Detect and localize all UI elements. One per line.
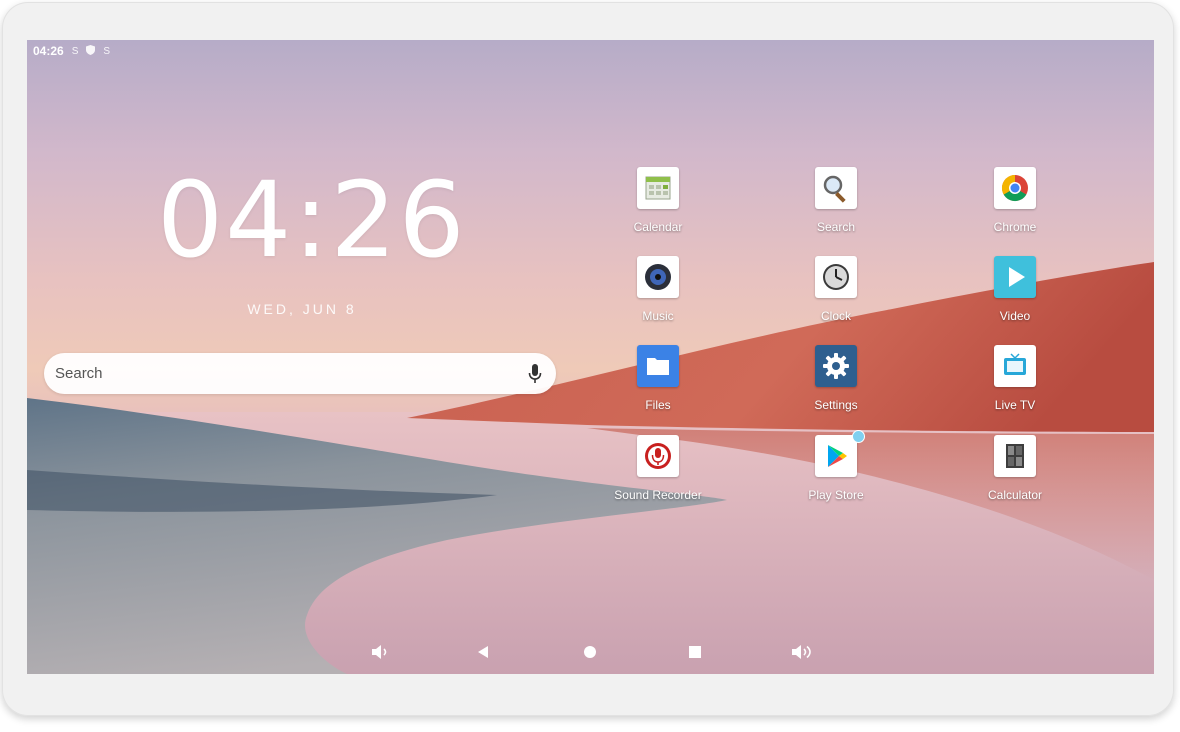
app-sound-recorder[interactable]: Sound Recorder (598, 435, 718, 517)
tv-icon (994, 345, 1036, 387)
clock-widget-time[interactable]: 04:26 (157, 168, 465, 272)
app-label-clock: Clock (820, 309, 851, 323)
calculator-icon (994, 435, 1036, 477)
s-icon: S (71, 45, 79, 57)
volume-down-icon[interactable] (364, 637, 394, 667)
app-label-sound-recorder: Sound Recorder (614, 488, 702, 502)
volume-up-icon[interactable] (786, 637, 816, 667)
app-settings[interactable]: Settings (776, 345, 896, 427)
mic-record-icon (637, 435, 679, 477)
music-icon (637, 256, 679, 298)
app-label-search: Search (816, 220, 856, 234)
app-files[interactable]: Files (598, 345, 718, 427)
app-label-files: Files (645, 398, 671, 412)
app-chrome[interactable]: Chrome (955, 167, 1075, 249)
home-icon[interactable] (575, 637, 605, 667)
s-icon: S (103, 45, 111, 57)
app-calculator[interactable]: Calculator (955, 435, 1075, 517)
app-search[interactable]: Search (776, 167, 896, 249)
clock-widget-date: WED, JUN 8 (247, 301, 357, 317)
status-bar: 04:26 S S (33, 43, 110, 59)
app-live-tv[interactable]: Live TV (955, 345, 1075, 427)
app-music[interactable]: Music (598, 256, 718, 338)
app-play-store[interactable]: Play Store (776, 430, 896, 517)
shield-icon (86, 44, 96, 58)
recents-icon[interactable] (680, 637, 710, 667)
video-play-icon (994, 256, 1036, 298)
app-label-live-tv: Live TV (994, 398, 1036, 412)
app-label-calendar: Calendar (633, 220, 683, 234)
calendar-icon (637, 167, 679, 209)
app-label-video: Video (999, 309, 1031, 323)
play-store-icon (815, 435, 857, 477)
app-label-settings: Settings (814, 398, 858, 412)
app-calendar[interactable]: Calendar (598, 167, 718, 249)
app-clock[interactable]: Clock (776, 256, 896, 338)
gear-icon (815, 345, 857, 387)
mic-icon[interactable] (528, 364, 542, 384)
search-bar[interactable]: Search (44, 353, 556, 394)
app-label-play-store: Play Store (808, 488, 864, 502)
magnifier-icon (815, 167, 857, 209)
navigation-bar (27, 637, 1154, 669)
app-label-music: Music (642, 309, 674, 323)
app-label-chrome: Chrome (993, 220, 1037, 234)
back-icon[interactable] (468, 637, 498, 667)
folder-icon (637, 345, 679, 387)
chrome-icon (994, 167, 1036, 209)
notification-dot (852, 430, 865, 443)
clock-icon (815, 256, 857, 298)
search-placeholder: Search (55, 365, 103, 382)
app-label-calculator: Calculator (987, 488, 1043, 502)
home-screen: 04:26 S S 04:26 WED, JUN 8 Search Calend… (27, 40, 1154, 674)
status-time: 04:26 (33, 44, 64, 58)
app-video[interactable]: Video (955, 256, 1075, 338)
